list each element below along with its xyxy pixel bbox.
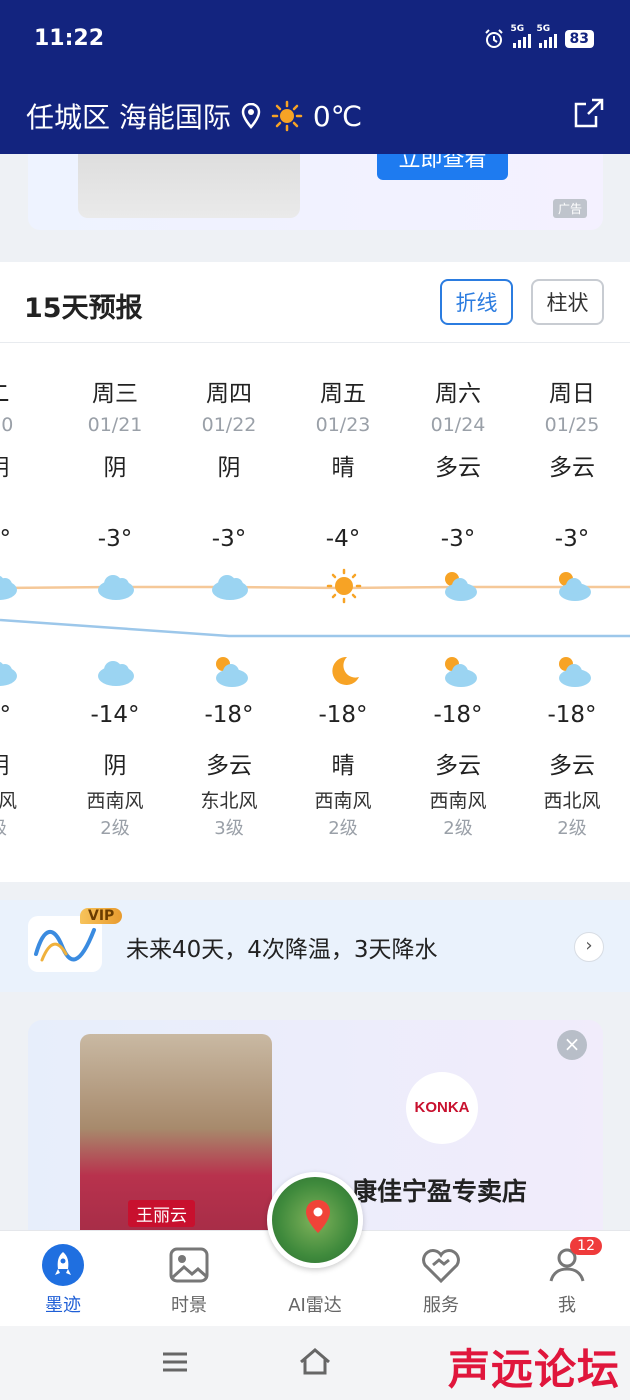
nav-item-me[interactable]: 我 12	[522, 1237, 612, 1317]
partly-cloudy-night-icon	[559, 657, 591, 687]
nav-item-ai-radar[interactable]: AI雷达	[270, 1291, 360, 1317]
moon-icon	[332, 656, 359, 685]
heart-handshake-icon	[422, 1249, 460, 1284]
status-icons: 5G 5G 83	[483, 24, 594, 50]
nav-item-scenery[interactable]: 时景	[144, 1243, 234, 1317]
partly-cloudy-icon	[559, 572, 591, 601]
location-pin-icon	[306, 1200, 330, 1233]
system-nav-bar: 声远论坛	[0, 1326, 630, 1400]
signal-icon: 5G	[511, 24, 531, 48]
brand-logo: KONKA	[406, 1072, 478, 1144]
sun-icon	[271, 100, 303, 132]
watermark: 声远论坛	[447, 1345, 620, 1394]
trend-icon	[28, 916, 102, 972]
line-chart-toggle[interactable]: 折线	[440, 279, 513, 325]
ad-label: 广告	[552, 199, 587, 218]
home-icon[interactable]	[298, 1346, 332, 1378]
location-name[interactable]: 任城区 海能国际	[26, 96, 231, 136]
chevron-right-icon[interactable]: ›	[574, 932, 604, 962]
current-temperature: 0℃	[312, 99, 363, 133]
nav-item-moji[interactable]: 墨迹	[18, 1243, 108, 1317]
rocket-icon	[42, 1244, 84, 1286]
cloudy-icon	[98, 575, 134, 600]
image-icon	[169, 1247, 209, 1283]
location-bar[interactable]: 任城区 海能国际 0℃	[26, 96, 362, 136]
forecast-panel: 15天预报 折线 柱状 二 /20 阴 1° 0° 阴 北风 级 周三 01/2…	[0, 262, 630, 882]
cloudy-icon	[0, 575, 17, 600]
vip-badge: VIP	[80, 908, 123, 924]
location-pin-icon	[241, 103, 261, 129]
share-icon[interactable]	[572, 96, 606, 130]
partly-cloudy-night-icon	[445, 657, 477, 687]
cloudy-icon	[212, 575, 248, 600]
divider	[0, 342, 630, 343]
bar-chart-toggle[interactable]: 柱状	[531, 279, 604, 325]
sunny-icon	[326, 568, 362, 604]
battery-indicator: 83	[564, 30, 594, 48]
menu-icon[interactable]	[160, 1348, 190, 1376]
person-tag: 王丽云	[128, 1200, 195, 1227]
signal-icon: 5G	[537, 24, 557, 48]
partly-cloudy-night-icon	[216, 657, 248, 687]
close-icon[interactable]: ×	[557, 1030, 587, 1060]
app-header: 11:22 5G 5G 83 任城区 海能国际 0℃	[0, 0, 630, 154]
vip-banner[interactable]: VIP 未来40天，4次降温，3天降水 ›	[0, 900, 630, 992]
shop-name: 康佳宁盈专卖店	[352, 1177, 528, 1206]
cloudy-icon	[98, 661, 134, 686]
forecast-title: 15天预报	[24, 293, 143, 324]
partly-cloudy-icon	[445, 572, 477, 601]
nav-item-service[interactable]: 服务	[396, 1243, 486, 1317]
ai-radar-button[interactable]	[267, 1172, 363, 1268]
status-time: 11:22	[34, 26, 105, 51]
vip-text: 未来40天，4次降温，3天降水	[126, 937, 438, 963]
notification-badge: 12	[570, 1237, 602, 1255]
cloudy-icon	[0, 661, 17, 686]
alarm-icon	[484, 29, 503, 48]
